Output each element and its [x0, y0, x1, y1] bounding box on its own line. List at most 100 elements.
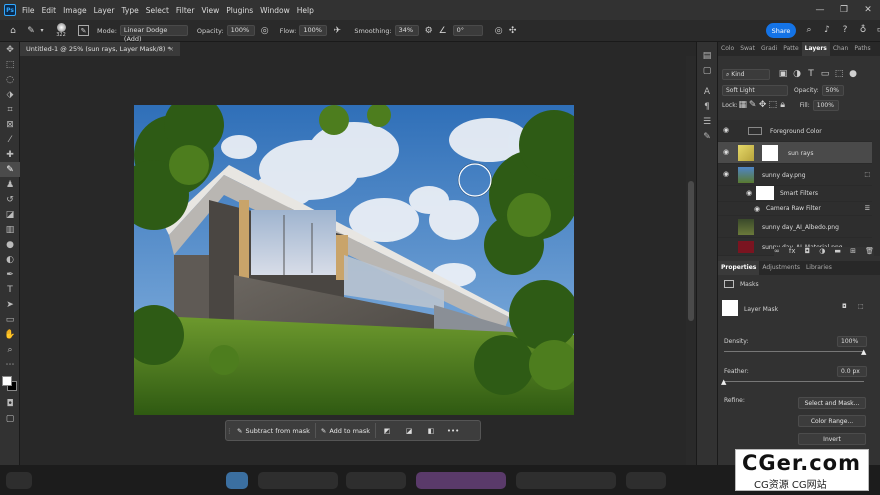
taskbar-app-icon[interactable] — [416, 472, 506, 489]
close-document-icon[interactable]: × — [169, 42, 174, 56]
select-and-mask-button[interactable]: Select and Mask... — [798, 397, 866, 409]
tab-channels[interactable]: Chan — [830, 42, 851, 56]
document-canvas-image[interactable] — [134, 105, 574, 415]
invert-button[interactable]: Invert — [798, 433, 866, 445]
smart-filter-mask-thumbnail[interactable] — [756, 186, 774, 200]
pen-tool-icon[interactable]: ✒ — [0, 267, 20, 282]
symmetry-icon[interactable]: ✣ — [506, 24, 520, 38]
color-swatches[interactable] — [0, 372, 20, 396]
brush-preset-picker[interactable]: 322 — [50, 23, 72, 38]
color-range-button[interactable]: Color Range... — [798, 415, 866, 427]
chevron-down-icon[interactable]: ▾ — [38, 24, 46, 38]
tab-properties[interactable]: Properties — [718, 261, 760, 275]
visibility-eye-icon[interactable]: ◉ — [754, 206, 762, 213]
brush-settings-icon[interactable]: ✎ — [78, 25, 89, 36]
scrollbar-thumb[interactable] — [688, 181, 694, 321]
bell-icon[interactable]: ♪ — [820, 23, 834, 37]
more-tools-icon[interactable]: ⋯ — [0, 357, 20, 372]
taskbar-app-icon[interactable] — [226, 472, 248, 489]
add-pixel-mask-icon[interactable]: ◘ — [842, 303, 847, 310]
flow-input[interactable]: 100% — [299, 25, 328, 36]
pressure-opacity-icon[interactable]: ◎ — [258, 24, 272, 38]
taskbar-app-icon[interactable] — [346, 472, 406, 489]
visibility-eye-icon[interactable]: ◉ — [723, 149, 731, 156]
menu-layer[interactable]: Layer — [94, 6, 115, 15]
add-to-mask-button[interactable]: ✎ Add to mask — [316, 423, 377, 438]
frame-tool-icon[interactable]: ⊠ — [0, 117, 20, 132]
zoom-tool-icon[interactable]: ⌕ — [0, 342, 20, 357]
help-icon[interactable]: ? — [838, 23, 852, 37]
menu-filter[interactable]: Filter — [176, 6, 195, 15]
search-icon[interactable]: ⌕ — [802, 23, 816, 37]
minimize-icon[interactable]: — — [808, 0, 832, 20]
more-options-button[interactable]: ••• — [442, 423, 464, 438]
tab-libraries[interactable]: Libraries — [803, 261, 835, 275]
brush-settings-panel-icon[interactable]: ✎ — [697, 129, 717, 144]
hand-tool-icon[interactable]: ✋ — [0, 327, 20, 342]
menu-view[interactable]: View — [201, 6, 219, 15]
menu-image[interactable]: Image — [63, 6, 87, 15]
lock-position-icon[interactable]: ✥ — [758, 98, 768, 112]
visibility-eye-icon[interactable]: ◉ — [723, 127, 731, 134]
fx-icon[interactable]: fx — [789, 247, 796, 259]
history-panel-icon[interactable]: ▤ — [697, 48, 717, 63]
object-select-tool-icon[interactable]: ⬗ — [0, 87, 20, 102]
blend-mode-select[interactable]: Soft Light — [722, 84, 788, 96]
layer-opacity-input[interactable]: 50% — [821, 84, 844, 96]
lasso-tool-icon[interactable]: ◌ — [0, 72, 20, 87]
maximize-icon[interactable]: ❐ — [832, 0, 856, 20]
foreground-color-swatch[interactable] — [2, 376, 12, 386]
lock-transparent-icon[interactable]: ▦ — [738, 98, 748, 112]
airbrush-icon[interactable]: ✈ — [330, 24, 344, 38]
link-layers-icon[interactable]: ∞ — [774, 247, 780, 259]
screen-mode-icon[interactable]: ▢ — [0, 411, 20, 426]
filter-pixel-icon[interactable]: ▣ — [776, 67, 790, 81]
taskbar-app-icon[interactable] — [6, 472, 32, 489]
crop-tool-icon[interactable]: ⌗ — [0, 102, 20, 117]
tab-patterns[interactable]: Patte — [780, 42, 801, 56]
layer-row[interactable]: ◉ sunny day.png ⬚ — [718, 164, 872, 186]
home-icon[interactable]: ⌂ — [6, 24, 20, 38]
tab-layers[interactable]: Layers — [801, 42, 830, 56]
fill-input[interactable]: 100% — [812, 99, 839, 111]
tab-color[interactable]: Colo — [718, 42, 737, 56]
pressure-size-icon[interactable]: ◎ — [492, 24, 506, 38]
menu-plugins[interactable]: Plugins — [226, 6, 253, 15]
delete-layer-icon[interactable]: 🗑︎ — [865, 247, 874, 259]
dodge-tool-icon[interactable]: ◐ — [0, 252, 20, 267]
move-tool-icon[interactable]: ✥ — [0, 42, 20, 57]
layer-row-selected[interactable]: ◉ sun rays — [718, 142, 872, 164]
lock-artboard-icon[interactable]: ⬚ — [768, 98, 778, 112]
mode-select[interactable]: Linear Dodge (Add) — [119, 25, 188, 43]
type-tool-icon[interactable]: T — [0, 282, 20, 297]
feather-slider-thumb[interactable]: ▲ — [721, 378, 726, 386]
new-layer-icon[interactable]: ⊞ — [850, 247, 856, 259]
mask-refine-icon[interactable]: ◪ — [398, 423, 420, 438]
visibility-eye-icon[interactable]: ◉ — [746, 190, 754, 197]
tab-swatches[interactable]: Swat — [737, 42, 758, 56]
density-slider-track[interactable] — [724, 351, 864, 352]
menu-window[interactable]: Window — [260, 6, 290, 15]
smart-filters-row[interactable]: ◉ Smart Filters — [718, 186, 872, 202]
visibility-eye-icon[interactable]: ◉ — [723, 171, 731, 178]
filter-toggle-icon[interactable]: ● — [846, 67, 860, 81]
share-button[interactable]: Share — [766, 23, 796, 38]
angle-input[interactable]: 0° — [452, 25, 483, 36]
menu-help[interactable]: Help — [297, 6, 314, 15]
density-input[interactable]: 100% — [837, 336, 867, 347]
new-group-icon[interactable]: ▬ — [834, 247, 841, 259]
tab-adjustments[interactable]: Adjustments — [759, 261, 803, 275]
blur-tool-icon[interactable]: ● — [0, 237, 20, 252]
taskbar-app-icon[interactable] — [516, 472, 616, 489]
mask-fill-icon[interactable]: ◧ — [420, 423, 442, 438]
paragraph-panel-icon[interactable]: ¶ — [697, 99, 717, 114]
rectangle-tool-icon[interactable]: ▭ — [0, 312, 20, 327]
tab-gradients[interactable]: Gradi — [758, 42, 780, 56]
taskbar-app-icon[interactable] — [626, 472, 666, 489]
properties-panel-icon[interactable]: ☰ — [697, 114, 717, 129]
eraser-tool-icon[interactable]: ◪ — [0, 207, 20, 222]
lock-image-icon[interactable]: ✎ — [748, 98, 758, 112]
kind-filter-select[interactable]: ⌕ Kind — [722, 68, 770, 80]
mask-invert-icon[interactable]: ◩ — [376, 423, 398, 438]
history-brush-icon[interactable]: ↺ — [0, 192, 20, 207]
